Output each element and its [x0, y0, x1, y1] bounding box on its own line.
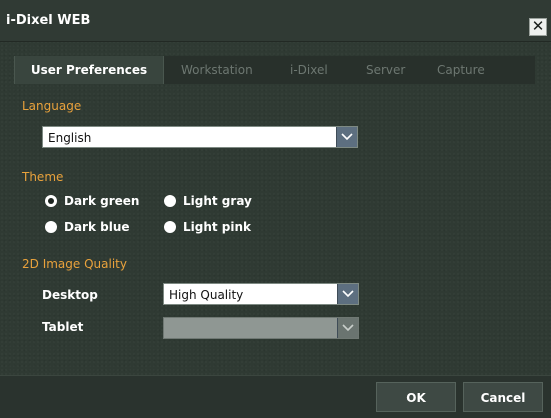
title-bar[interactable]: i-Dixel WEB ✕: [0, 0, 551, 42]
radio-unchecked-icon: [164, 221, 176, 233]
tab-user-preferences[interactable]: User Preferences: [14, 56, 164, 84]
tab-capture[interactable]: Capture: [437, 56, 485, 84]
radio-label: Dark blue: [64, 220, 130, 234]
tablet-label: Tablet: [42, 320, 84, 334]
radio-checked-icon: [45, 195, 57, 207]
image-quality-section-label: 2D Image Quality: [22, 257, 127, 271]
radio-label: Light gray: [183, 194, 252, 208]
radio-unchecked-icon: [164, 195, 176, 207]
tab-server[interactable]: Server: [366, 56, 405, 84]
cancel-button[interactable]: Cancel: [463, 382, 543, 412]
chevron-down-icon[interactable]: [336, 127, 357, 147]
preferences-dialog: i-Dixel WEB ✕ User Preferences Workstati…: [0, 0, 551, 418]
close-icon: ✕: [531, 17, 545, 35]
desktop-quality-value: High Quality: [169, 288, 244, 302]
tablet-quality-select: [163, 317, 359, 339]
desktop-label: Desktop: [42, 288, 98, 302]
chevron-down-icon: [337, 318, 358, 338]
tab-workstation[interactable]: Workstation: [181, 56, 253, 84]
window-title: i-Dixel WEB: [6, 13, 91, 28]
theme-section-label: Theme: [22, 170, 64, 184]
tab-i-dixel[interactable]: i-Dixel: [290, 56, 328, 84]
language-selected-value: English: [48, 131, 92, 145]
dialog-footer: OK Cancel: [0, 375, 551, 418]
close-button[interactable]: ✕: [529, 18, 547, 36]
language-select[interactable]: English: [42, 126, 358, 148]
desktop-quality-select[interactable]: High Quality: [163, 283, 359, 305]
chevron-down-icon[interactable]: [337, 284, 358, 304]
radio-label: Dark green: [64, 194, 140, 208]
language-section-label: Language: [22, 99, 82, 113]
radio-label: Light pink: [183, 220, 252, 234]
radio-unchecked-icon: [45, 221, 57, 233]
tab-bar: User Preferences Workstation i-Dixel Ser…: [14, 56, 535, 84]
ok-button[interactable]: OK: [376, 382, 456, 412]
